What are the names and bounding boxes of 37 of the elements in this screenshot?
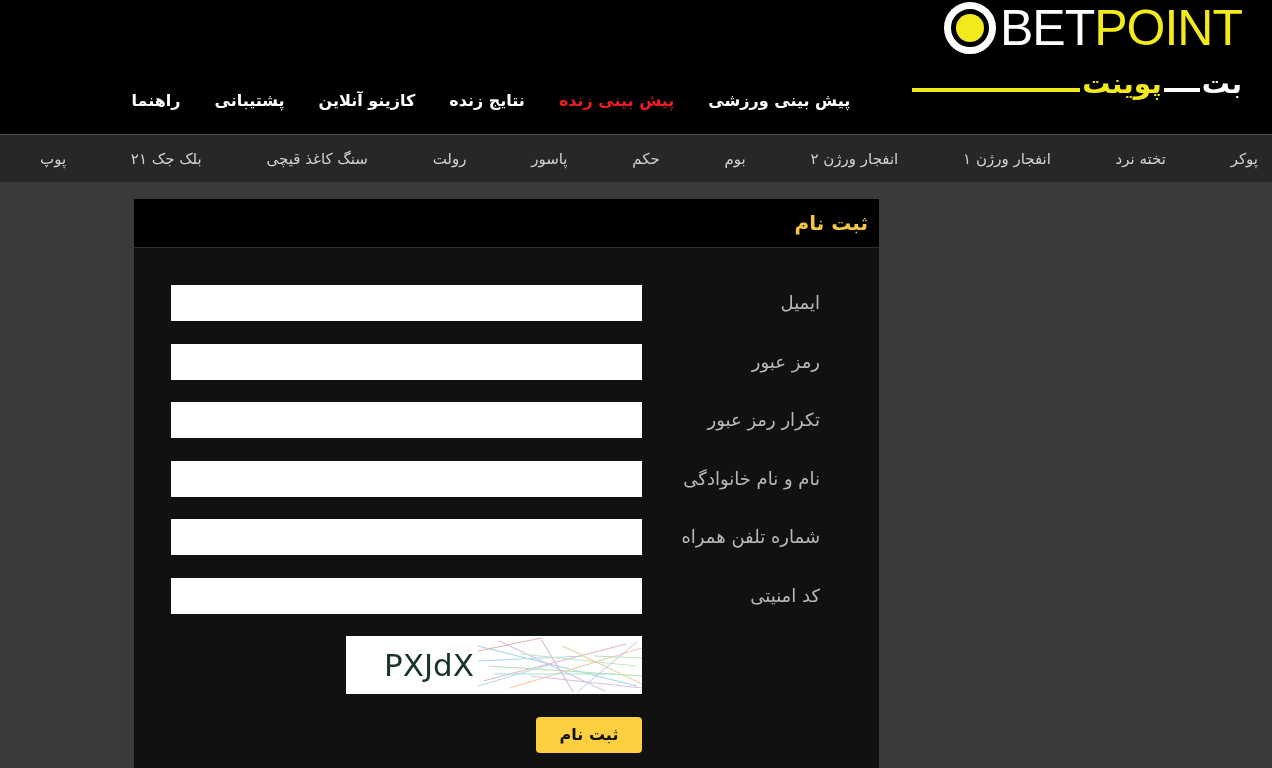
logo-text: POINT: [1094, 2, 1242, 54]
field-label: شماره تلفن همراه: [680, 525, 820, 550]
game-link[interactable]: پاسور: [531, 147, 568, 170]
logo-ring-icon: [943, 2, 996, 54]
game-link[interactable]: حکم: [632, 147, 660, 170]
logo-text: پوینت: [1082, 66, 1162, 102]
input-field[interactable]: [171, 577, 642, 614]
input-field[interactable]: [171, 285, 642, 321]
nav-link[interactable]: پیش بینی ورزشی: [708, 90, 851, 112]
game-link[interactable]: سنگ کاغذ قیچی: [266, 147, 368, 170]
field-label: رمز عبور: [750, 349, 820, 375]
input-field[interactable]: [171, 402, 642, 438]
captcha-text: PXJdX: [383, 646, 475, 685]
submit-button[interactable]: ثبت نام: [536, 716, 642, 753]
logo-text: BET: [999, 2, 1095, 54]
nav-link[interactable]: نتایج زنده: [449, 90, 525, 112]
logo-text: بت: [1201, 66, 1242, 102]
input-field[interactable]: [171, 343, 642, 380]
game-link[interactable]: انفجار ورژن ۲: [810, 147, 899, 170]
nav-link[interactable]: کازینو آنلاین: [318, 90, 416, 112]
game-link[interactable]: رولت: [432, 147, 467, 170]
nav-link[interactable]: پشتیبانی: [214, 90, 285, 112]
field-label: کد امنیتی: [749, 583, 820, 608]
game-link[interactable]: انفجار ورژن ۱: [963, 147, 1051, 170]
field-label: نام و نام خانوادگی: [682, 466, 820, 492]
game-link[interactable]: پوپ: [40, 147, 67, 170]
game-link[interactable]: تخته نرد: [1115, 147, 1166, 170]
game-link[interactable]: پوکر: [1230, 147, 1258, 170]
game-link[interactable]: بلک جک ۲۱: [130, 147, 202, 170]
game-link[interactable]: بوم: [724, 147, 746, 170]
input-field[interactable]: [171, 460, 642, 497]
nav-link[interactable]: پیش بینی زنده: [558, 90, 675, 112]
nav-link[interactable]: راهنما: [131, 90, 181, 112]
field-label: ایمیل: [779, 291, 820, 315]
field-label: تکرار رمز عبور: [705, 408, 820, 433]
panel-title: ثبت نام: [794, 210, 868, 237]
input-field[interactable]: [171, 519, 642, 555]
